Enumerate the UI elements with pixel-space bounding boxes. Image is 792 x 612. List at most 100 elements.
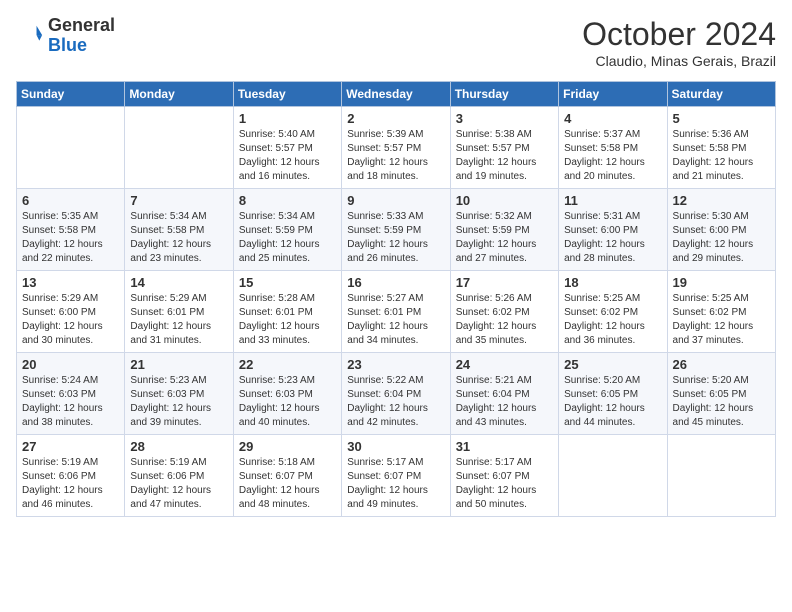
day-content: Sunrise: 5:26 AM Sunset: 6:02 PM Dayligh… <box>456 292 553 348</box>
calendar-cell: 25 Sunrise: 5:20 AM Sunset: 6:05 PM Dayli… <box>559 353 667 435</box>
day-number: 28 <box>130 439 227 454</box>
calendar-cell: 27 Sunrise: 5:19 AM Sunset: 6:06 PM Dayli… <box>17 435 125 517</box>
calendar-cell <box>667 435 775 517</box>
calendar-cell <box>559 435 667 517</box>
day-number: 14 <box>130 275 227 290</box>
location: Claudio, Minas Gerais, Brazil <box>582 53 776 69</box>
calendar-cell: 4 Sunrise: 5:37 AM Sunset: 5:58 PM Daylig… <box>559 107 667 189</box>
calendar-cell: 23Sunrise: 5:22 AM Sunset: 6:04 PM Dayli… <box>342 353 450 435</box>
day-number: 12 <box>673 193 770 208</box>
calendar-cell: 17Sunrise: 5:26 AM Sunset: 6:02 PM Dayli… <box>450 271 558 353</box>
day-content: Sunrise: 5:21 AM Sunset: 6:04 PM Dayligh… <box>456 374 553 430</box>
day-content: Sunrise: 5:36 AM Sunset: 5:58 PM Dayligh… <box>673 128 770 184</box>
day-content: Sunrise: 5:24 AM Sunset: 6:03 PM Dayligh… <box>22 374 119 430</box>
logo: General Blue <box>16 16 115 56</box>
calendar-cell: 26 Sunrise: 5:20 AM Sunset: 6:05 PM Dayli… <box>667 353 775 435</box>
day-number: 16 <box>347 275 444 290</box>
calendar-cell: 8 Sunrise: 5:34 AM Sunset: 5:59 PM Daylig… <box>233 189 341 271</box>
day-content: Sunrise: 5:37 AM Sunset: 5:58 PM Dayligh… <box>564 128 661 184</box>
day-content: Sunrise: 5:19 AM Sunset: 6:06 PM Dayligh… <box>22 456 119 512</box>
day-content: Sunrise: 5:18 AM Sunset: 6:07 PM Dayligh… <box>239 456 336 512</box>
day-number: 15 <box>239 275 336 290</box>
calendar-cell: 15Sunrise: 5:28 AM Sunset: 6:01 PM Dayli… <box>233 271 341 353</box>
day-content: Sunrise: 5:34 AM Sunset: 5:58 PM Dayligh… <box>130 210 227 266</box>
day-number: 26 <box>673 357 770 372</box>
day-content: Sunrise: 5:35 AM Sunset: 5:58 PM Dayligh… <box>22 210 119 266</box>
day-content: Sunrise: 5:17 AM Sunset: 6:07 PM Dayligh… <box>456 456 553 512</box>
day-number: 24 <box>456 357 553 372</box>
calendar-cell: 31Sunrise: 5:17 AM Sunset: 6:07 PM Dayli… <box>450 435 558 517</box>
day-number: 5 <box>673 111 770 126</box>
logo-general: General <box>48 15 115 35</box>
header-day-wednesday: Wednesday <box>342 82 450 107</box>
day-content: Sunrise: 5:27 AM Sunset: 6:01 PM Dayligh… <box>347 292 444 348</box>
calendar-cell: 18Sunrise: 5:25 AM Sunset: 6:02 PM Dayli… <box>559 271 667 353</box>
week-row-5: 27 Sunrise: 5:19 AM Sunset: 6:06 PM Dayli… <box>17 435 776 517</box>
day-number: 8 <box>239 193 336 208</box>
calendar-cell: 11 Sunrise: 5:31 AM Sunset: 6:00 PM Dayli… <box>559 189 667 271</box>
title-block: October 2024 Claudio, Minas Gerais, Braz… <box>582 16 776 69</box>
day-number: 4 <box>564 111 661 126</box>
calendar-cell: 19 Sunrise: 5:25 AM Sunset: 6:02 PM Dayli… <box>667 271 775 353</box>
day-number: 21 <box>130 357 227 372</box>
day-number: 18 <box>564 275 661 290</box>
logo-text: General Blue <box>48 16 115 56</box>
day-number: 30 <box>347 439 444 454</box>
header-day-sunday: Sunday <box>17 82 125 107</box>
day-content: Sunrise: 5:31 AM Sunset: 6:00 PM Dayligh… <box>564 210 661 266</box>
day-number: 25 <box>564 357 661 372</box>
header-day-monday: Monday <box>125 82 233 107</box>
day-content: Sunrise: 5:23 AM Sunset: 6:03 PM Dayligh… <box>239 374 336 430</box>
day-content: Sunrise: 5:19 AM Sunset: 6:06 PM Dayligh… <box>130 456 227 512</box>
day-content: Sunrise: 5:38 AM Sunset: 5:57 PM Dayligh… <box>456 128 553 184</box>
day-content: Sunrise: 5:20 AM Sunset: 6:05 PM Dayligh… <box>673 374 770 430</box>
day-number: 6 <box>22 193 119 208</box>
calendar-cell: 2Sunrise: 5:39 AM Sunset: 5:57 PM Daylig… <box>342 107 450 189</box>
calendar-cell: 22 Sunrise: 5:23 AM Sunset: 6:03 PM Dayli… <box>233 353 341 435</box>
header-row: SundayMondayTuesdayWednesdayThursdayFrid… <box>17 82 776 107</box>
calendar-cell: 12 Sunrise: 5:30 AM Sunset: 6:00 PM Dayli… <box>667 189 775 271</box>
calendar-cell <box>17 107 125 189</box>
day-content: Sunrise: 5:33 AM Sunset: 5:59 PM Dayligh… <box>347 210 444 266</box>
logo-icon <box>16 22 44 50</box>
day-content: Sunrise: 5:17 AM Sunset: 6:07 PM Dayligh… <box>347 456 444 512</box>
day-number: 11 <box>564 193 661 208</box>
calendar-cell: 13 Sunrise: 5:29 AM Sunset: 6:00 PM Dayli… <box>17 271 125 353</box>
day-content: Sunrise: 5:25 AM Sunset: 6:02 PM Dayligh… <box>673 292 770 348</box>
calendar-cell: 9 Sunrise: 5:33 AM Sunset: 5:59 PM Daylig… <box>342 189 450 271</box>
day-number: 7 <box>130 193 227 208</box>
week-row-4: 20 Sunrise: 5:24 AM Sunset: 6:03 PM Dayli… <box>17 353 776 435</box>
day-number: 10 <box>456 193 553 208</box>
header-day-thursday: Thursday <box>450 82 558 107</box>
day-number: 20 <box>22 357 119 372</box>
day-number: 29 <box>239 439 336 454</box>
day-content: Sunrise: 5:40 AM Sunset: 5:57 PM Dayligh… <box>239 128 336 184</box>
day-content: Sunrise: 5:20 AM Sunset: 6:05 PM Dayligh… <box>564 374 661 430</box>
month-title: October 2024 <box>582 16 776 53</box>
calendar-cell: 30 Sunrise: 5:17 AM Sunset: 6:07 PM Dayli… <box>342 435 450 517</box>
day-content: Sunrise: 5:29 AM Sunset: 6:00 PM Dayligh… <box>22 292 119 348</box>
day-number: 27 <box>22 439 119 454</box>
calendar-cell: 28 Sunrise: 5:19 AM Sunset: 6:06 PM Dayli… <box>125 435 233 517</box>
logo-blue: Blue <box>48 35 87 55</box>
day-content: Sunrise: 5:30 AM Sunset: 6:00 PM Dayligh… <box>673 210 770 266</box>
header-day-tuesday: Tuesday <box>233 82 341 107</box>
day-number: 19 <box>673 275 770 290</box>
day-number: 22 <box>239 357 336 372</box>
day-number: 13 <box>22 275 119 290</box>
week-row-3: 13 Sunrise: 5:29 AM Sunset: 6:00 PM Dayli… <box>17 271 776 353</box>
day-number: 9 <box>347 193 444 208</box>
day-content: Sunrise: 5:23 AM Sunset: 6:03 PM Dayligh… <box>130 374 227 430</box>
calendar-table: SundayMondayTuesdayWednesdayThursdayFrid… <box>16 81 776 517</box>
calendar-cell: 1 Sunrise: 5:40 AM Sunset: 5:57 PM Daylig… <box>233 107 341 189</box>
calendar-cell: 29 Sunrise: 5:18 AM Sunset: 6:07 PM Dayli… <box>233 435 341 517</box>
day-number: 23 <box>347 357 444 372</box>
day-content: Sunrise: 5:34 AM Sunset: 5:59 PM Dayligh… <box>239 210 336 266</box>
calendar-cell: 7 Sunrise: 5:34 AM Sunset: 5:58 PM Daylig… <box>125 189 233 271</box>
day-content: Sunrise: 5:32 AM Sunset: 5:59 PM Dayligh… <box>456 210 553 266</box>
header-day-friday: Friday <box>559 82 667 107</box>
day-number: 1 <box>239 111 336 126</box>
week-row-2: 6 Sunrise: 5:35 AM Sunset: 5:58 PM Daylig… <box>17 189 776 271</box>
calendar-cell: 5 Sunrise: 5:36 AM Sunset: 5:58 PM Daylig… <box>667 107 775 189</box>
calendar-cell: 3Sunrise: 5:38 AM Sunset: 5:57 PM Daylig… <box>450 107 558 189</box>
